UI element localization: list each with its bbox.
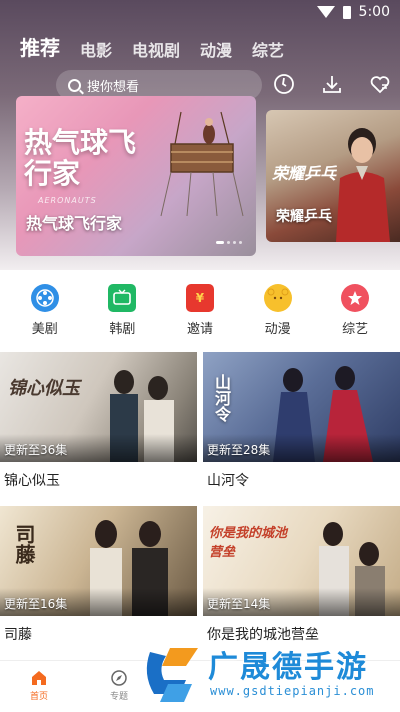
card-title: 锦心似玉 [4,473,60,489]
card-poster-text: 山河令 [212,374,231,422]
card-thumbnail: 司藤 更新至16集 [0,506,197,616]
content-card[interactable]: 司藤 更新至16集 司藤 [0,506,197,644]
watermark-logo [146,648,198,702]
status-bar: 5:00 [0,0,400,24]
home-icon [32,671,46,685]
search-icon [68,78,81,92]
content-card[interactable]: 锦心似玉 更新至36集 锦心似玉 [0,352,197,490]
watermark: 广晟德手游 www.gsdtiepianji.com [136,640,400,712]
film-reel-icon [30,284,59,312]
tab-variety[interactable]: 综艺 [252,37,284,61]
top-tabs: 推荐 电影 电视剧 动漫 综艺 [20,32,284,61]
category-invite[interactable]: ¥ 邀请 [170,284,230,344]
compass-icon [111,670,127,686]
card-update-status: 更新至28集 [207,443,271,457]
battery-icon [342,5,351,19]
tv-icon [108,284,137,312]
card-thumbnail: 锦心似玉 更新至36集 [0,352,197,462]
bear-icon [263,284,292,312]
history-icon[interactable] [272,72,296,96]
tab-anime[interactable]: 动漫 [200,37,232,61]
card-poster-text: 司藤 [12,524,36,564]
tab-recommend[interactable]: 推荐 [20,32,60,61]
watermark-url: www.gsdtiepianji.com [210,684,375,698]
card-update-status: 更新至14集 [207,597,271,611]
star-icon [341,284,370,312]
banner2-caption: 荣耀乒乓 [276,209,332,225]
watermark-name: 广晟德手游 [208,650,368,685]
nav-topics[interactable]: 专题 [110,669,128,702]
carousel-indicator [216,241,242,244]
header-actions [272,72,392,96]
content-card[interactable]: 你是我的城池营垒 更新至14集 你是我的城池营垒 [203,506,400,644]
tab-tv-series[interactable]: 电视剧 [132,37,180,61]
category-row: 美剧 韩剧 ¥ 邀请 动漫 综艺 [0,284,400,344]
category-anime[interactable]: 动漫 [248,284,308,344]
category-korean-drama[interactable]: 韩剧 [92,284,152,344]
category-label: 美剧 [31,322,58,337]
card-update-status: 更新至16集 [4,597,68,611]
download-icon[interactable] [320,72,344,96]
category-label: 动漫 [264,322,291,337]
card-update-status: 更新至36集 [4,443,68,457]
content-card[interactable]: 山河令 更新至28集 山河令 [203,352,400,490]
nav-topics-label: 专题 [110,692,129,702]
card-thumbnail: 山河令 更新至28集 [203,352,400,462]
card-title: 山河令 [207,473,249,489]
banner-caption: 热气球飞行家 [26,214,123,233]
tab-movies[interactable]: 电影 [80,37,112,61]
athlete-illustration [336,128,390,242]
category-variety[interactable]: 综艺 [325,284,385,344]
card-poster-text: 锦心似玉 [8,378,80,399]
favorite-icon[interactable] [368,72,392,96]
category-us-drama[interactable]: 美剧 [15,284,75,344]
nav-home-label: 首页 [30,692,49,702]
search-placeholder: 搜你想看 [87,79,140,95]
banner-poster-title: 热气球飞行家 [24,126,137,190]
balloon-basket-illustration [160,111,244,217]
category-label: 邀请 [186,322,213,337]
banner-main[interactable]: 热气球飞行家 AERONAUTS 热气球飞行家 [16,96,256,256]
card-thumbnail: 你是我的城池营垒 更新至14集 [203,506,400,616]
wifi-icon [316,6,335,18]
banner-secondary[interactable]: 荣耀乒乓 荣耀乒乓 [266,110,400,242]
banner-poster-subtitle: AERONAUTS [38,196,97,205]
red-envelope-icon: ¥ [185,284,214,312]
status-time: 5:00 [358,4,390,20]
category-label: 综艺 [342,322,369,337]
category-label: 韩剧 [109,322,136,337]
card-poster-text: 你是我的城池营垒 [209,526,288,560]
nav-home[interactable]: 首页 [30,669,48,702]
